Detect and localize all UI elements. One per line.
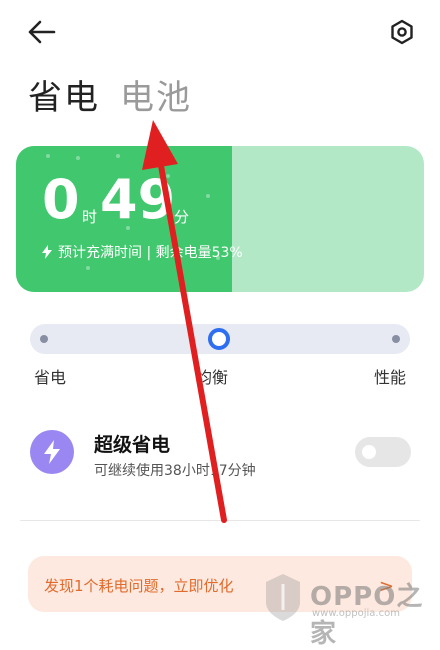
super-saver-toggle[interactable]: [355, 437, 411, 467]
charge-minutes-value: 49: [100, 168, 176, 231]
issue-banner-text: 发现1个耗电问题，立即优化: [44, 577, 234, 595]
slider-thumb-balanced[interactable]: [208, 328, 230, 350]
mode-label-power-saving: 省电: [34, 368, 67, 387]
watermark-logo-icon: [266, 574, 300, 621]
watermark-url: www.oppojia.com: [312, 608, 400, 619]
mode-label-balanced: 均衡: [196, 368, 229, 387]
tab-power-saving[interactable]: 省电: [28, 70, 100, 119]
minutes-unit-label: 分: [174, 208, 190, 226]
section-divider: [20, 520, 420, 521]
mode-label-performance: 性能: [374, 368, 407, 387]
hexagon-settings-icon: [391, 19, 413, 45]
charging-bolt-icon: [42, 245, 52, 259]
tab-battery[interactable]: 电池: [120, 70, 192, 119]
lightning-bolt-icon: [44, 440, 60, 464]
arrow-left-icon: [28, 20, 56, 44]
charge-info-text: 预计充满时间 | 剩余电量53%: [58, 245, 243, 261]
settings-button[interactable]: [388, 18, 416, 46]
oppo-watermark: OPPO之家 www.oppojia.com: [258, 568, 426, 649]
power-mode-slider[interactable]: [30, 324, 410, 354]
super-saver-title: 超级省电: [94, 434, 171, 456]
slider-stop-power-saving[interactable]: [40, 335, 48, 343]
charge-hours-value: 0: [42, 168, 80, 231]
toggle-knob: [362, 445, 376, 459]
back-button[interactable]: [26, 18, 58, 46]
battery-status-card: 0 时 49 分 预计充满时间 | 剩余电量53%: [16, 146, 424, 292]
super-saver-subtitle: 可继续使用38小时17分钟: [94, 463, 256, 479]
slider-stop-performance[interactable]: [392, 335, 400, 343]
super-saver-icon-circle: [30, 430, 74, 474]
charge-info-line: 预计充满时间 | 剩余电量53%: [42, 242, 243, 262]
hours-unit-label: 时: [82, 208, 98, 226]
